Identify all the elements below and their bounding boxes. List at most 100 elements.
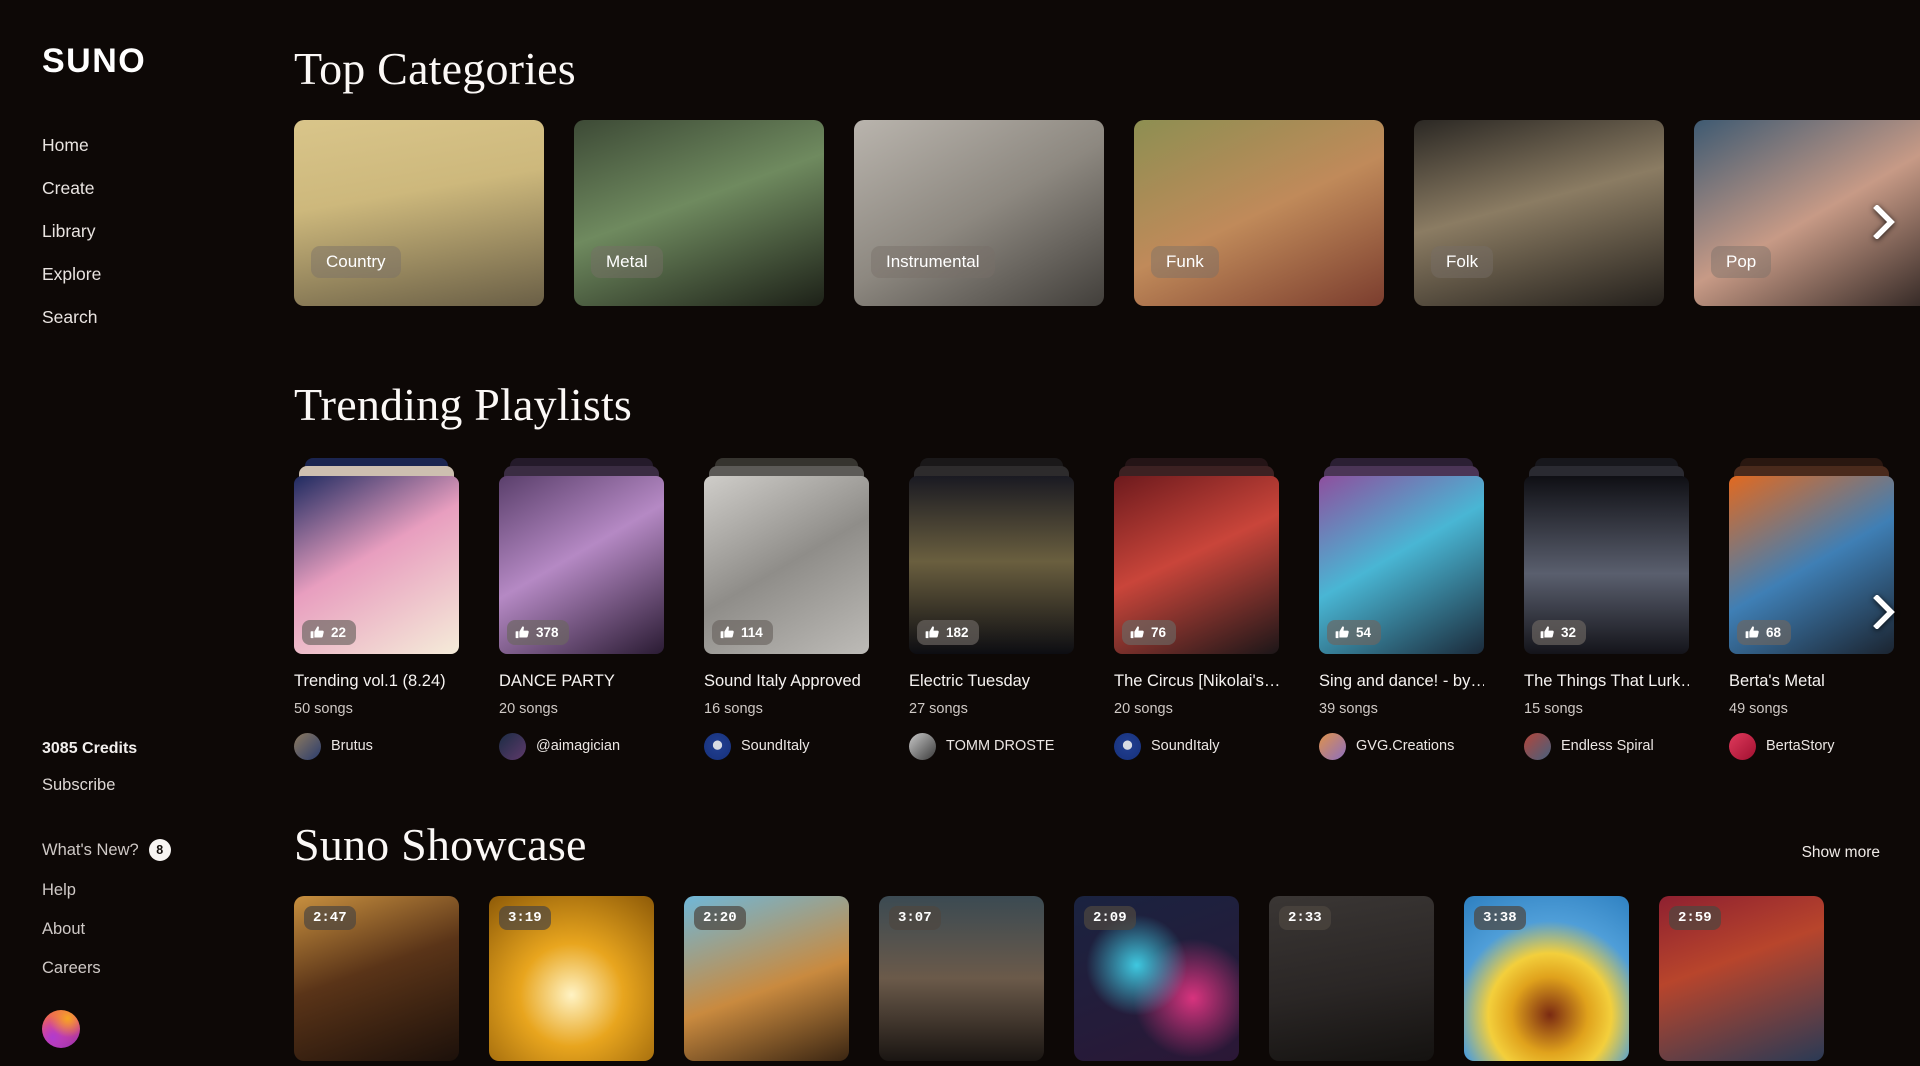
showcase-song-card[interactable]: 2:59 [1659,895,1824,1061]
showcase-song-card[interactable]: 2:33 [1269,895,1434,1061]
playlists-next-button[interactable] [1862,590,1906,634]
playlist-author[interactable]: SoundItaly [1114,732,1279,760]
playlist-author[interactable]: TOMM DROSTE [909,732,1074,760]
suno-logo[interactable]: SUNO [42,44,246,78]
suno-showcase-section: Suno Showcase Show more 2:47 3:19 2:20 3:07… [248,821,1920,1061]
category-card[interactable]: Metal [574,120,824,306]
sidebar-item-explore[interactable]: Explore [0,253,246,296]
playlist-card[interactable]: 378 DANCE PARTY 20 songs @aimagician [499,458,664,760]
showcase-carousel[interactable]: 2:47 3:19 2:20 3:07 2:09 2:33 3:38 2:59 [294,895,1920,1061]
playlist-cover: 22 [294,476,459,654]
sidebar-item-home[interactable]: Home [0,124,246,167]
like-count: 182 [946,624,969,640]
primary-navigation: Home Create Library Explore Search [0,124,246,339]
showcase-song-card[interactable]: 2:09 [1074,895,1239,1061]
playlist-card[interactable]: 32 The Things That Lurk… 15 songs Endless S… [1524,458,1689,760]
category-label: Country [311,246,401,278]
playlists-carousel[interactable]: 22 Trending vol.1 (8.24) 50 songs Brutus 378… [294,458,1920,760]
author-avatar [1319,732,1346,760]
author-name: @aimagician [536,738,621,755]
author-name: TOMM DROSTE [946,738,1055,755]
playlists-title: Trending Playlists [294,379,633,430]
thumbs-up-icon [515,625,530,640]
category-artwork [294,120,544,306]
category-artwork [854,120,1104,306]
categories-header: Top Categories [294,46,1920,92]
author-name: Brutus [331,738,373,755]
thumbs-up-icon [1335,625,1350,640]
like-count: 114 [741,624,763,640]
categories-carousel[interactable]: Country Metal Instrumental Funk Folk Pop [294,120,1920,306]
like-badge: 32 [1532,620,1587,645]
sidebar-item-whats-new[interactable]: What's New? 8 [0,829,246,871]
like-badge: 22 [302,620,357,645]
playlist-title: Electric Tuesday [909,672,1031,690]
playlist-title: Sound Italy Approved [704,672,861,690]
categories-title: Top Categories [294,43,576,94]
playlist-author[interactable]: GVG.Creations [1319,732,1484,760]
playlist-cover: 76 [1114,476,1279,654]
sidebar-item-create[interactable]: Create [0,167,246,210]
whats-new-badge: 8 [148,839,171,861]
playlist-card[interactable]: 54 Sing and dance! - by… 39 songs GVG.Creat… [1319,458,1484,760]
playlist-author[interactable]: Brutus [294,732,459,760]
playlist-card[interactable]: 182 Electric Tuesday 27 songs TOMM DROSTE [909,458,1074,760]
playlist-cover-stack: 32 [1524,458,1689,654]
sidebar-item-about[interactable]: About [0,910,246,949]
playlist-author[interactable]: BertaStory [1729,732,1894,760]
like-count: 22 [331,624,347,640]
sidebar-item-careers[interactable]: Careers [0,949,246,988]
category-artwork [574,120,824,306]
playlist-author[interactable]: Endless Spiral [1524,732,1689,760]
playlist-title: Trending vol.1 (8.24) [294,672,446,690]
category-card[interactable]: Folk [1414,120,1664,306]
playlist-author[interactable]: SoundItaly [704,732,869,760]
playlist-song-count: 50 songs [294,700,353,717]
playlist-card[interactable]: 114 Sound Italy Approved 16 songs SoundItal… [704,458,869,760]
playlist-song-count: 15 songs [1524,700,1583,717]
author-name: SoundItaly [741,738,810,755]
showcase-song-card[interactable]: 2:47 [294,895,459,1061]
playlists-header: Trending Playlists [294,382,1920,428]
playlist-song-count: 20 songs [1114,700,1173,717]
sidebar-item-search[interactable]: Search [0,296,246,339]
categories-next-button[interactable] [1862,200,1906,244]
show-more-link[interactable]: Show more [1802,844,1880,868]
playlist-cover: 182 [909,476,1074,654]
careers-label: Careers [42,959,101,977]
author-avatar [1524,732,1551,760]
author-name: SoundItaly [1151,738,1220,755]
playlist-card[interactable]: 22 Trending vol.1 (8.24) 50 songs Brutus [294,458,459,760]
playlist-cover-stack: 76 [1114,458,1279,654]
whats-new-label: What's New? [42,840,139,859]
sidebar-item-library[interactable]: Library [0,210,246,253]
subscribe-link[interactable]: Subscribe [0,776,246,795]
author-avatar [704,732,731,760]
duration-badge: 3:38 [1474,905,1526,930]
showcase-song-card[interactable]: 3:19 [489,895,654,1061]
showcase-song-card[interactable]: 2:20 [684,895,849,1061]
category-card[interactable]: Instrumental [854,120,1104,306]
sidebar-item-help[interactable]: Help [0,871,246,910]
category-card[interactable]: Funk [1134,120,1384,306]
playlist-author[interactable]: @aimagician [499,732,664,760]
thumbs-up-icon [1540,625,1555,640]
like-badge: 114 [712,620,773,645]
duration-badge: 2:47 [304,905,356,930]
showcase-header: Suno Showcase Show more [294,821,1920,868]
category-card[interactable]: Country [294,120,544,306]
showcase-song-card[interactable]: 3:07 [879,895,1044,1061]
duration-badge: 2:09 [1084,905,1136,930]
user-avatar[interactable] [42,1010,80,1048]
duration-badge: 3:19 [499,905,551,930]
playlist-cover: 32 [1524,476,1689,654]
like-badge: 378 [507,620,569,645]
sidebar-footer: 3085 Credits Subscribe What's New? 8 Hel… [0,740,246,1066]
showcase-song-card[interactable]: 3:38 [1464,895,1629,1061]
category-label: Metal [591,246,663,278]
help-label: Help [42,881,76,899]
playlist-song-count: 49 songs [1729,700,1788,717]
author-name: BertaStory [1766,738,1835,755]
playlist-card[interactable]: 76 The Circus [Nikolai's… 20 songs SoundIta… [1114,458,1279,760]
category-label: Instrumental [871,246,995,278]
